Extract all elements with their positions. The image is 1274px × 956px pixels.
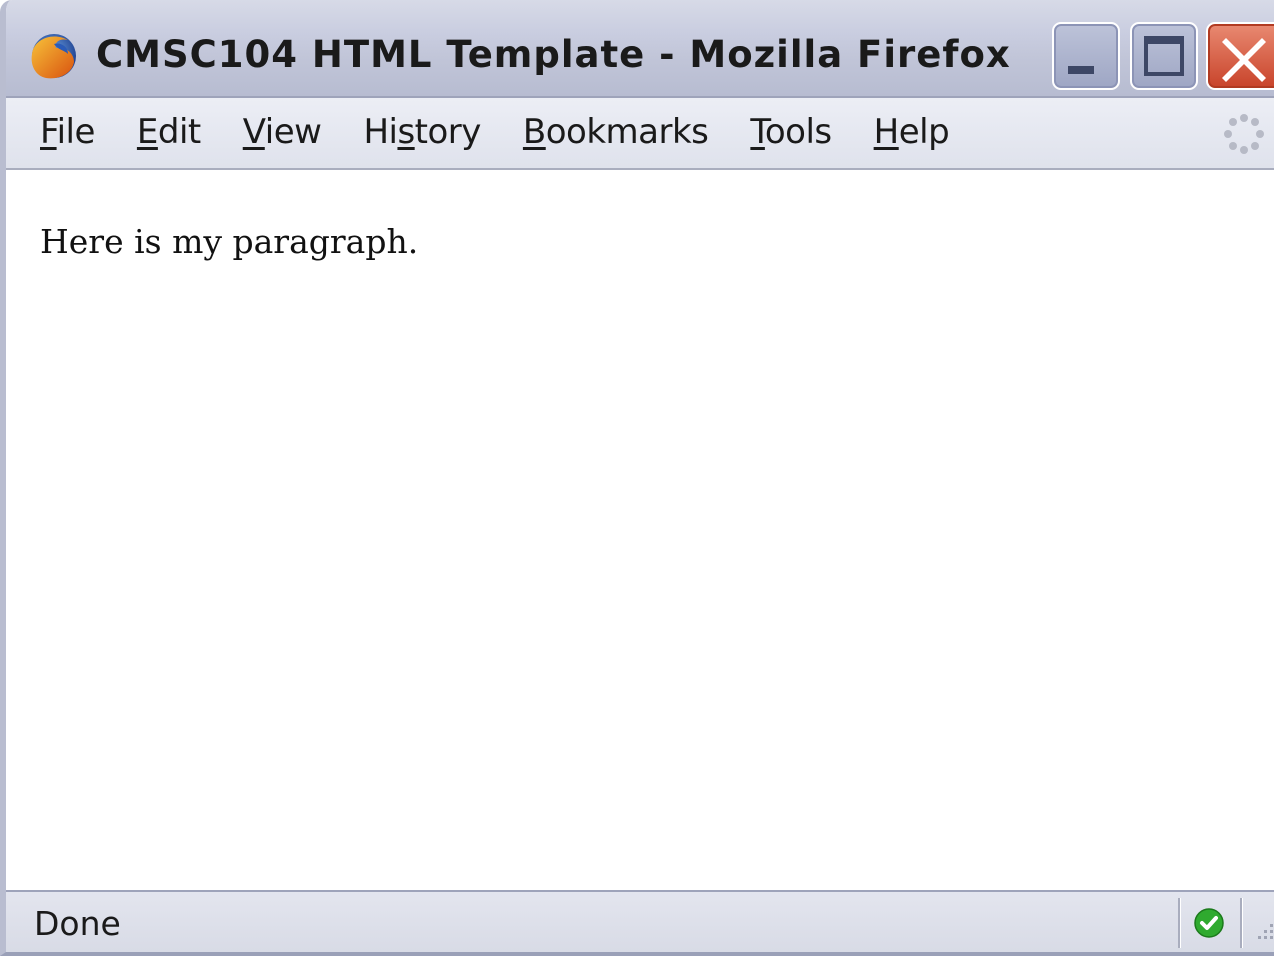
menu-help[interactable]: Help [874,112,950,152]
menu-bar: File Edit View History Bookmarks Tools H… [6,98,1274,170]
menu-bookmarks[interactable]: Bookmarks [523,112,709,152]
status-bar: Done [6,890,1274,952]
close-icon [1222,38,1266,82]
maximize-button[interactable] [1130,22,1198,90]
browser-window: CMSC104 HTML Template - Mozilla Firefox … [0,0,1274,956]
check-icon[interactable] [1194,908,1224,938]
status-text: Done [34,904,121,943]
menu-history[interactable]: History [363,112,481,152]
status-divider [1240,898,1243,948]
firefox-icon [31,34,76,79]
menu-tools[interactable]: Tools [750,112,832,152]
close-button[interactable] [1206,22,1274,90]
maximize-icon [1144,36,1184,76]
page-paragraph: Here is my paragraph. [40,222,419,261]
status-divider [1178,898,1181,948]
menu-edit[interactable]: Edit [137,112,201,152]
title-bar[interactable]: CMSC104 HTML Template - Mozilla Firefox [6,0,1274,98]
page-content: Here is my paragraph. [6,170,1274,890]
menu-file[interactable]: File [40,112,95,152]
loading-throbber-icon [1224,114,1264,154]
resize-grip-icon[interactable] [1252,914,1274,944]
minimize-button[interactable] [1052,22,1120,90]
minimize-icon [1068,66,1094,74]
window-title: CMSC104 HTML Template - Mozilla Firefox [96,33,1011,76]
menu-view[interactable]: View [243,112,322,152]
